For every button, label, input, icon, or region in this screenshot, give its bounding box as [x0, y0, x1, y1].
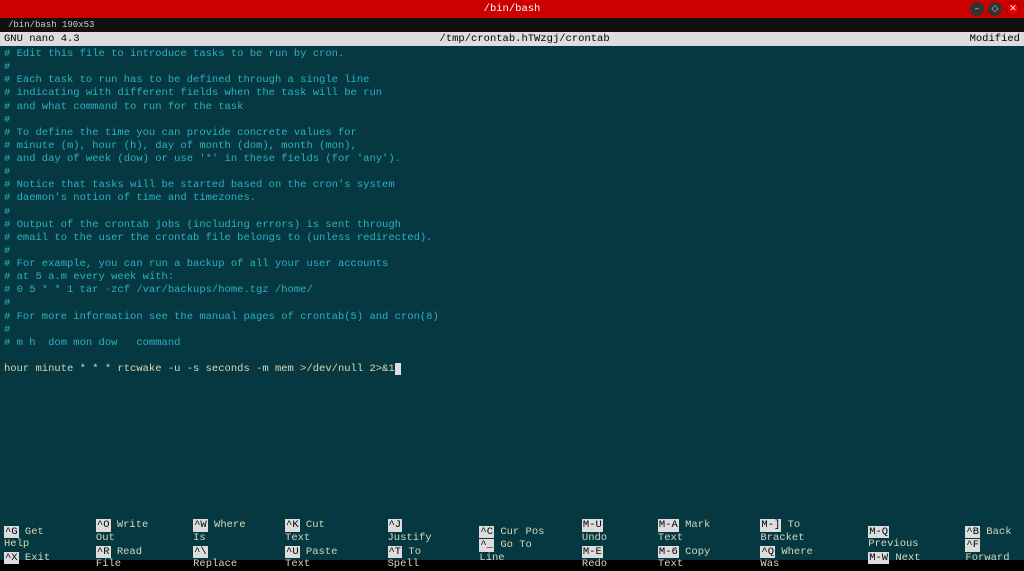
key-label: M-E [582, 546, 603, 559]
key-label: ^T [388, 546, 403, 559]
shortcut-justify[interactable]: ^J Justify [388, 519, 448, 544]
key-label: ^J [388, 519, 403, 532]
key-label: ^_ [479, 539, 494, 552]
shortcut-cut-text[interactable]: ^K Cut Text [285, 519, 355, 544]
shortcut-column: ^C Cur Pos^_ Go To Line [479, 526, 549, 565]
shortcut-cur-pos[interactable]: ^C Cur Pos [479, 526, 549, 539]
key-label: M-A [658, 519, 679, 532]
shortcut-go-to-line[interactable]: ^_ Go To Line [479, 539, 549, 564]
nano-header: GNU nano 4.3 /tmp/crontab.hTWzgj/crontab… [0, 32, 1024, 46]
terminal-tab-row: /bin/bash 190x53 [0, 18, 1024, 32]
shortcut-label: Justify [388, 532, 432, 544]
editor-area[interactable]: # Edit this file to introduce tasks to b… [0, 46, 1024, 530]
key-label: ^W [193, 519, 208, 532]
terminal-tab[interactable]: /bin/bash 190x53 [8, 20, 94, 30]
shortcut-get-help[interactable]: ^G Get Help [4, 526, 64, 551]
shortcut-copy-text[interactable]: M-6 Copy Text [658, 546, 728, 571]
shortcut-bar: ^G Get Help^X Exit^O Write Out^R Read Fi… [0, 530, 1024, 560]
key-label: ^B [965, 526, 980, 539]
shortcut-read-file[interactable]: ^R Read File [96, 546, 161, 571]
shortcut-column: M-A Mark TextM-6 Copy Text [658, 519, 728, 570]
key-label: ^O [96, 519, 111, 532]
key-label: ^X [4, 552, 19, 565]
key-label: M-Q [868, 526, 889, 539]
shortcut-column: ^J Justify^T To Spell [388, 519, 448, 570]
minimize-icon[interactable]: – [970, 2, 984, 16]
nano-filepath: /tmp/crontab.hTWzgj/crontab [80, 33, 970, 45]
shortcut-column: ^B Back^F Forward [965, 526, 1020, 565]
shortcut-next[interactable]: M-W Next [868, 552, 933, 565]
crontab-entry: hour minute * * * rtcwake -u -s seconds … [4, 363, 395, 375]
shortcut-column: M-] To Bracket^Q Where Was [760, 519, 836, 570]
shortcut-column: ^K Cut Text^U Paste Text [285, 519, 355, 570]
shortcut-column: ^G Get Help^X Exit [4, 526, 64, 565]
key-label: ^R [96, 546, 111, 559]
key-label: M-W [868, 552, 889, 565]
key-label: M-U [582, 519, 603, 532]
shortcut-label: Redo [582, 558, 607, 570]
shortcut-where-is[interactable]: ^W Where Is [193, 519, 253, 544]
close-icon[interactable]: ✕ [1006, 2, 1020, 16]
window-title: /bin/bash [484, 3, 541, 15]
shortcut-redo[interactable]: M-E Redo [582, 546, 626, 571]
nano-version: GNU nano 4.3 [4, 33, 80, 45]
window-controls: – ◇ ✕ [970, 2, 1020, 16]
shortcut-replace[interactable]: ^\ Replace [193, 546, 253, 571]
shortcut-label: Replace [193, 558, 237, 570]
shortcut-label: Previous [868, 538, 918, 550]
cursor [395, 363, 401, 375]
key-label: ^\ [193, 546, 208, 559]
key-label: M-6 [658, 546, 679, 559]
shortcut-paste-text[interactable]: ^U Paste Text [285, 546, 355, 571]
shortcut-write-out[interactable]: ^O Write Out [96, 519, 161, 544]
shortcut-forward[interactable]: ^F Forward [965, 539, 1020, 564]
shortcut-mark-text[interactable]: M-A Mark Text [658, 519, 728, 544]
shortcut-exit[interactable]: ^X Exit [4, 552, 64, 565]
shortcut-column: M-Q PreviousM-W Next [868, 526, 933, 565]
shortcut-back[interactable]: ^B Back [965, 526, 1020, 539]
nano-status: Modified [970, 33, 1020, 45]
shortcut-column: M-U UndoM-E Redo [582, 519, 626, 570]
key-label: M-] [760, 519, 781, 532]
key-label: ^U [285, 546, 300, 559]
shortcut-to-spell[interactable]: ^T To Spell [388, 546, 448, 571]
key-label: ^G [4, 526, 19, 539]
shortcut-where-was[interactable]: ^Q Where Was [760, 546, 836, 571]
key-label: ^Q [760, 546, 775, 559]
shortcut-to-bracket[interactable]: M-] To Bracket [760, 519, 836, 544]
shortcut-label: Cur Pos [494, 526, 544, 538]
shortcut-column: ^W Where Is^\ Replace [193, 519, 253, 570]
shortcut-column: ^O Write Out^R Read File [96, 519, 161, 570]
key-label: ^C [479, 526, 494, 539]
shortcut-previous[interactable]: M-Q Previous [868, 526, 933, 551]
key-label: ^K [285, 519, 300, 532]
maximize-icon[interactable]: ◇ [988, 2, 1002, 16]
shortcut-label: Back [980, 526, 1012, 538]
window-titlebar: /bin/bash – ◇ ✕ [0, 0, 1024, 18]
shortcut-label: Undo [582, 532, 607, 544]
key-label: ^F [965, 539, 980, 552]
shortcut-undo[interactable]: M-U Undo [582, 519, 626, 544]
